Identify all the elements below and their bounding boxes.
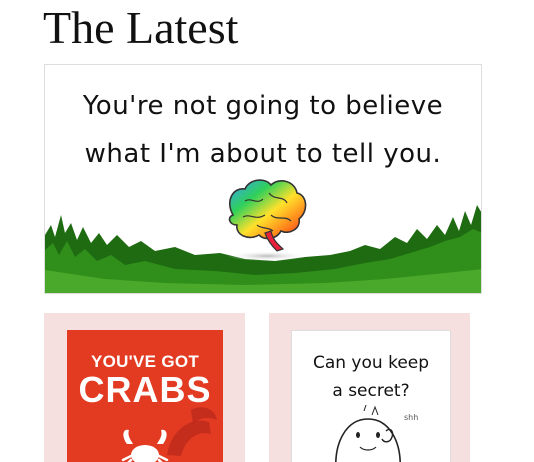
section-title: The Latest [43, 2, 239, 53]
hero-caption-line-1: You're not going to believe [82, 91, 444, 121]
hero-caption-line-2: what I'm about to tell you. [84, 139, 442, 169]
crab-icon [121, 407, 217, 462]
comic-card-secret[interactable]: Can you keep a secret? shh [269, 313, 470, 462]
featured-comic-card[interactable]: You're not going to believe what I'm abo… [44, 64, 482, 294]
crabs-thumbnail[interactable]: YOU'VE GOT CRABS [67, 330, 223, 462]
comic-card-crabs[interactable]: YOU'VE GOT CRABS [44, 313, 245, 462]
blob-character-icon [335, 404, 401, 462]
secret-thumbnail[interactable]: Can you keep a secret? shh [291, 330, 451, 462]
rainbow-brain-icon [228, 179, 307, 252]
